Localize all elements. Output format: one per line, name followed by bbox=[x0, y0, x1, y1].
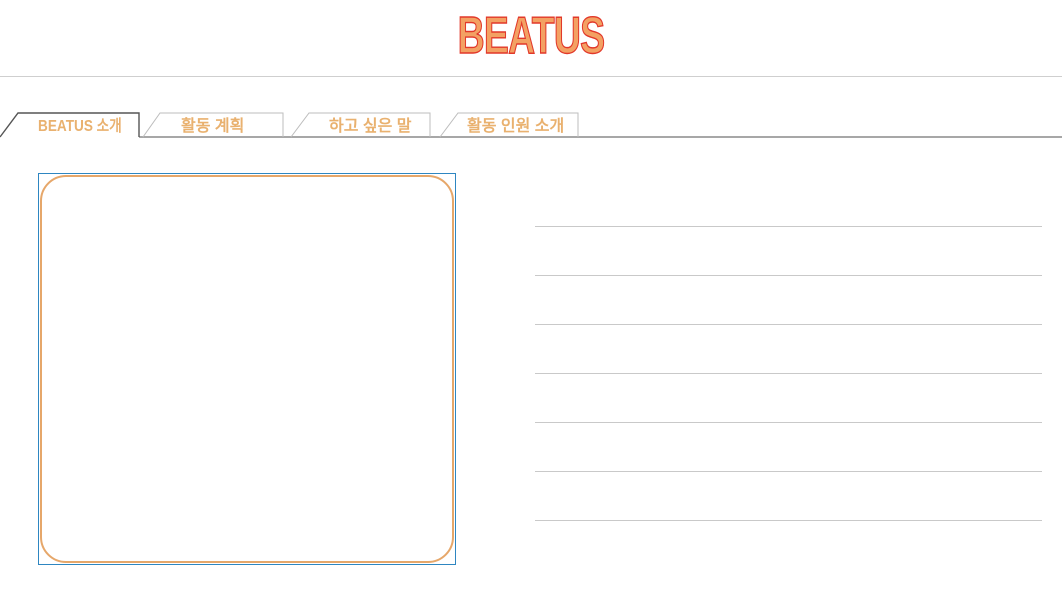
content-line bbox=[535, 324, 1042, 373]
photo-frame bbox=[38, 173, 456, 565]
content-lines bbox=[535, 226, 1042, 521]
tab-members[interactable]: 활동 인원 소개 bbox=[467, 116, 564, 138]
tab-beatus-intro[interactable]: BEATUS 소개 bbox=[38, 116, 122, 138]
content-line bbox=[535, 422, 1042, 471]
content-line bbox=[535, 471, 1042, 520]
header-divider bbox=[0, 76, 1062, 77]
content-line bbox=[535, 275, 1042, 324]
content-line bbox=[535, 373, 1042, 422]
content-line bbox=[535, 226, 1042, 275]
photo-placeholder bbox=[40, 175, 454, 563]
content-line bbox=[535, 520, 1042, 521]
header: BEATUS bbox=[0, 0, 1062, 77]
site-logo[interactable]: BEATUS bbox=[149, 6, 914, 66]
tab-activity-plan[interactable]: 활동 계획 bbox=[181, 116, 244, 138]
tab-messages[interactable]: 하고 싶은 말 bbox=[329, 116, 412, 138]
